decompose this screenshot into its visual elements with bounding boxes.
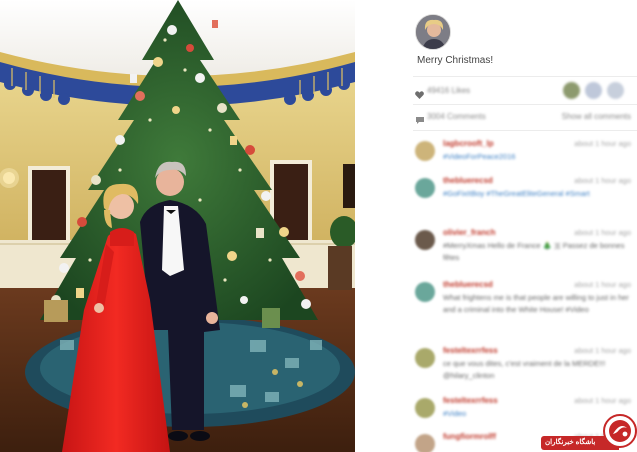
show-all-comments-link[interactable]: Show all comments — [562, 112, 631, 121]
comment-username[interactable]: lagbcrooft_lp — [443, 139, 494, 148]
commenter-avatar[interactable] — [415, 230, 435, 250]
watermark-badge: باشگاه خبرنگاران — [541, 414, 637, 452]
comments-header: 3004 Comments Show all comments — [413, 110, 637, 126]
watermark-text: باشگاه خبرنگاران — [545, 439, 596, 446]
comment-time: about 1 hour ago — [574, 346, 631, 355]
comment-username[interactable]: thebluerecsd — [443, 176, 493, 185]
comments-count: 3004 Comments — [427, 112, 486, 121]
comment-text: #MerryXmas Hello de France 🎄 🇧 Passez de… — [443, 241, 625, 262]
comment-item: thebluerecsd about 1 hour ago #GoFixItBo… — [413, 176, 633, 228]
likes-count: 49416 Likes — [427, 86, 471, 95]
liker-avatar[interactable] — [607, 82, 624, 99]
comment-username[interactable]: thebluerecsd — [443, 280, 493, 289]
divider — [413, 76, 637, 77]
comment-time: about 1 hour ago — [574, 280, 631, 289]
divider — [413, 104, 637, 105]
comment-item: olivier_franch about 1 hour ago #MerryXm… — [413, 228, 633, 280]
commenter-avatar[interactable] — [415, 178, 435, 198]
divider — [413, 130, 637, 131]
likes-row: 49416 Likes — [413, 82, 637, 102]
comment-time: about 1 hour ago — [574, 139, 631, 148]
comment-username[interactable]: festeltexrrfess — [443, 396, 498, 405]
watermark-logo-icon — [603, 414, 637, 448]
liker-avatar[interactable] — [563, 82, 580, 99]
comment-text: ce que vous dites, c'est vraiment de la … — [443, 359, 606, 380]
profile-avatar[interactable] — [415, 14, 451, 50]
instagram-post-viewer: Merry Christmas! 49416 Likes 3004 Commen… — [0, 0, 637, 452]
commenter-avatar[interactable] — [415, 434, 435, 452]
commenter-avatar[interactable] — [415, 398, 435, 418]
comment-text: #VideoForPeace2016 — [443, 152, 516, 161]
commenter-avatar[interactable] — [415, 282, 435, 302]
comment-time: about 1 hour ago — [574, 176, 631, 185]
post-photo[interactable] — [0, 0, 355, 452]
comment-text: What frightens me is that people are wil… — [443, 293, 629, 314]
comment-item: thebluerecsd about 1 hour ago What frigh… — [413, 280, 633, 332]
commenter-avatar[interactable] — [415, 141, 435, 161]
comment-icon — [415, 112, 425, 124]
comment-time: about 1 hour ago — [574, 228, 631, 237]
comment-username[interactable]: festeltexrrfess — [443, 346, 498, 355]
comment-text: #GoFixItBoy #TheGreatEliteGeneral #Smart — [443, 189, 590, 198]
comment-username[interactable]: olivier_franch — [443, 228, 495, 237]
liker-avatar[interactable] — [585, 82, 602, 99]
commenter-avatar[interactable] — [415, 348, 435, 368]
post-caption: Merry Christmas! — [417, 55, 494, 66]
comment-time: about 1 hour ago — [574, 396, 631, 405]
post-sidebar: Merry Christmas! 49416 Likes 3004 Commen… — [355, 0, 637, 452]
comment-item: festeltexrrfess about 1 hour ago ce que … — [413, 346, 633, 398]
heart-icon[interactable] — [415, 86, 424, 99]
comment-username[interactable]: fungfiormrolff — [443, 432, 496, 441]
